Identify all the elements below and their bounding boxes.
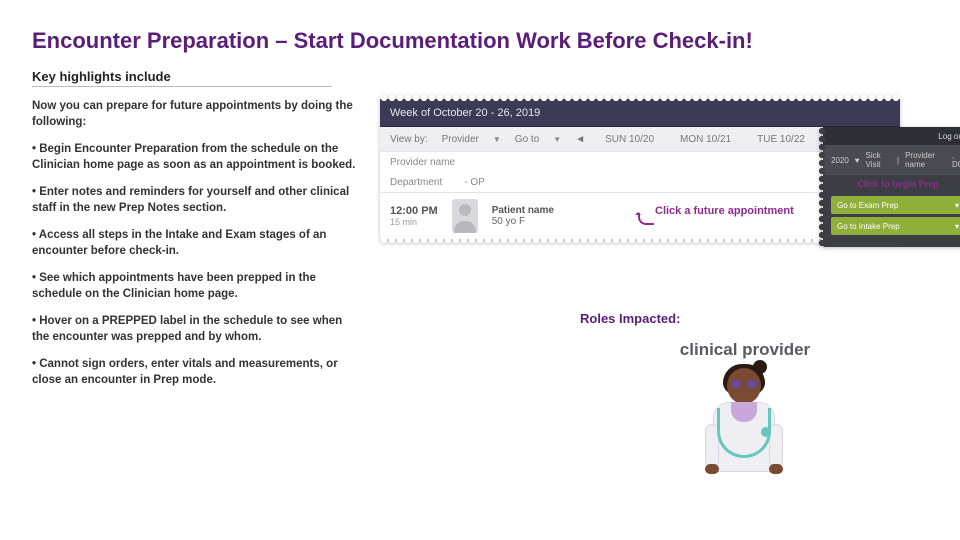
logout-link[interactable]: Log out [938,132,960,141]
day-tue[interactable]: TUE 10/22 [751,131,811,148]
viewby-value[interactable]: Provider [442,134,479,145]
day-mon[interactable]: MON 10/21 [674,131,737,148]
bullet-begin-prep: • Begin Encounter Preparation from the s… [32,142,362,173]
day-sun[interactable]: SUN 10/20 [599,131,660,148]
key-highlights-heading: Key highlights include [32,69,332,87]
department-label: Department [390,177,442,188]
patient-avatar-icon [452,199,478,233]
callout-click-appointment: Click a future appointment [655,205,794,217]
patient-context-row: 2020 ♥ Sick Visit | Provider name , DO [823,145,960,175]
bullet-hover-prepped: • Hover on a PREPPED label in the schedu… [32,314,362,345]
provider-name-label: Provider name [390,157,455,168]
appointment-time: 12:00 PM 15 min [390,205,438,227]
department-value: - OP [464,177,485,188]
chevron-down-icon: ▾ [955,222,959,231]
bullet-prep-notes: • Enter notes and reminders for yourself… [32,185,362,216]
page-title: Encounter Preparation – Start Documentat… [32,28,928,54]
bullet-see-prepped: • See which appointments have been prepp… [32,271,362,302]
clinical-provider-illustration [695,364,795,484]
roles-impacted-heading: Roles Impacted: [580,311,910,326]
go-to-exam-prep-button[interactable]: Go to Exam Prep▾ [831,196,960,214]
intro-text: Now you can prepare for future appointme… [32,99,362,130]
viewby-label: View by: [390,134,428,145]
bullet-access-stages: • Access all steps in the Intake and Exa… [32,228,362,259]
callout-begin-prep: Click to begin Prep [823,175,960,193]
go-to-intake-prep-button[interactable]: Go to Intake Prep▾ [831,217,960,235]
bullet-cannot-sign: • Cannot sign orders, enter vitals and m… [32,357,362,388]
nav-prev-icon[interactable]: ◄ [575,134,585,145]
goto-label[interactable]: Go to [515,134,539,145]
chevron-down-icon: ▼ [553,135,561,144]
week-label: Week of October 20 - 26, 2019 [390,107,540,119]
highlights-column: Now you can prepare for future appointme… [32,99,362,400]
week-header-bar: Week of October 20 - 26, 2019 [380,99,900,127]
chevron-down-icon: ▾ [955,201,959,210]
patient-info: Patient name 50 yo F [492,205,554,227]
callout-arrow-icon [638,211,656,225]
role-clinical-provider: clinical provider [580,340,910,360]
chevron-down-icon: ▼ [493,135,501,144]
prep-panel: Log out 2020 ♥ Sick Visit | Provider nam… [823,127,960,247]
